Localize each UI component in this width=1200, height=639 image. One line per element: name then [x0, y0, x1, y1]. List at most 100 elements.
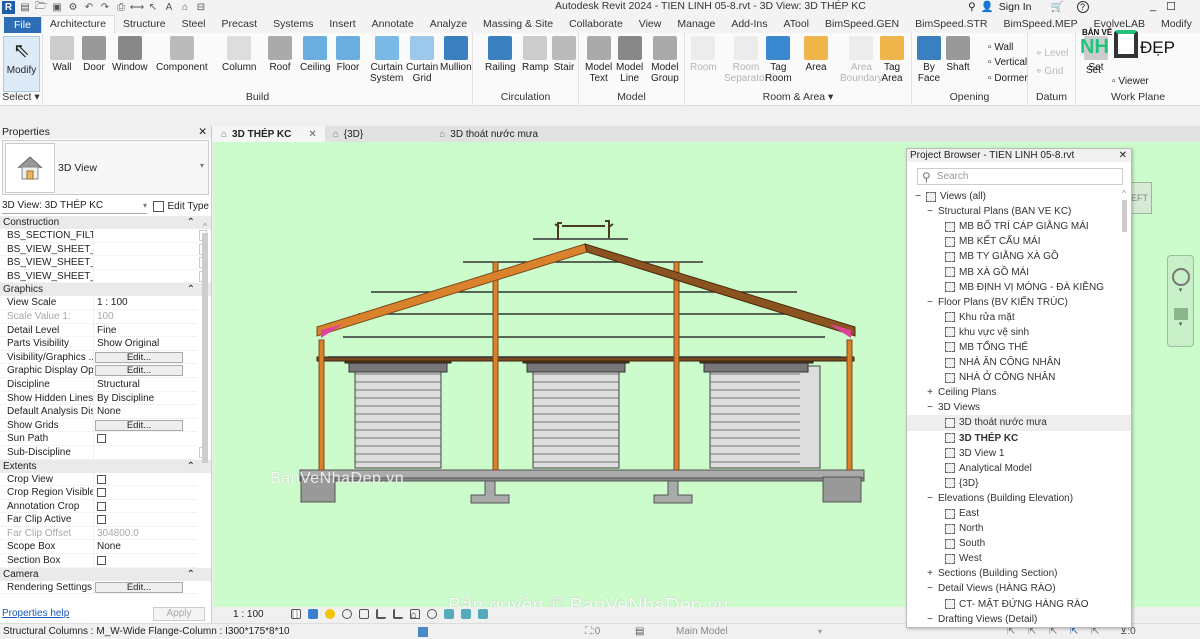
checkbox[interactable]: [97, 488, 106, 498]
tree-item-floor-plans-bv-ki-n-tr-c[interactable]: − Floor Plans (BV KIẾN TRÚC): [907, 295, 1131, 310]
vertical-small-button[interactable]: ▫ Vertical: [988, 57, 1027, 68]
chevron-down-icon[interactable]: ▾: [818, 624, 822, 639]
ribbon-tab-manage[interactable]: Manage: [669, 16, 723, 33]
tree-item-detail-views-h-ng-r-o[interactable]: − Detail Views (HÀNG RÀO): [907, 581, 1131, 596]
collapse-icon[interactable]: −: [913, 189, 923, 204]
checkbox[interactable]: [97, 515, 106, 525]
editable-only-icon[interactable]: ▤: [635, 624, 644, 639]
viewer-small-button[interactable]: ▫ Viewer: [1112, 76, 1149, 87]
close-hidden-icon[interactable]: ⊟: [195, 2, 207, 14]
checkbox[interactable]: [97, 501, 106, 511]
maximize-button[interactable]: ☐: [1166, 0, 1176, 13]
collapse-icon[interactable]: ⌃: [187, 216, 195, 229]
ribbon-tab-structure[interactable]: Structure: [115, 16, 174, 33]
undo-icon[interactable]: ↶: [83, 2, 95, 14]
modify-button[interactable]: ⇖ Modify: [3, 36, 40, 92]
model-group-button[interactable]: Model Group: [651, 36, 679, 84]
binoculars-icon[interactable]: ⚲: [968, 1, 976, 13]
property-value[interactable]: None: [94, 405, 197, 418]
print-icon[interactable]: ⎙: [115, 2, 127, 14]
collapse-icon[interactable]: −: [925, 204, 935, 219]
chevron-down-icon[interactable]: ▾: [1168, 286, 1193, 294]
apply-button[interactable]: Apply: [153, 606, 205, 621]
view-scale-button[interactable]: 1 : 100: [233, 609, 264, 620]
area-button[interactable]: Area: [804, 36, 828, 73]
tree-item-south[interactable]: South: [907, 536, 1131, 551]
level-small-button[interactable]: ⌖ Level: [1036, 48, 1068, 59]
ribbon-tab-collaborate[interactable]: Collaborate: [561, 16, 631, 33]
collapse-icon[interactable]: ⌃: [187, 283, 195, 296]
room-button[interactable]: Room: [690, 36, 717, 73]
ribbon-tab-annotate[interactable]: Annotate: [364, 16, 422, 33]
shaft-button[interactable]: Shaft: [946, 36, 970, 73]
ribbon-tab-bimspeed-gen[interactable]: BimSpeed.GEN: [817, 16, 907, 33]
ribbon-tab-view[interactable]: View: [631, 16, 670, 33]
analytical-model-icon[interactable]: [460, 609, 471, 619]
close-icon[interactable]: ✕: [1119, 149, 1127, 162]
grid-small-button[interactable]: ⌖ Grid: [1036, 66, 1063, 77]
tree-item-nh-n-c-ng-nh-n[interactable]: NHÀ ĂN CÔNG NHÂN: [907, 355, 1131, 370]
select-dropdown[interactable]: Select ▾: [0, 91, 42, 103]
type-selector[interactable]: 3D View ▾: [2, 140, 209, 195]
temporary-hide-icon[interactable]: [426, 609, 437, 619]
view-tab-3d-tho-t-n-c-m-a[interactable]: ⌂ 3D thoát nước mưa: [431, 126, 546, 142]
tree-item-3d-views[interactable]: −3D Views: [907, 400, 1131, 415]
collapse-icon[interactable]: −: [925, 581, 935, 596]
save-icon[interactable]: ▣: [51, 2, 63, 14]
property-group-extents[interactable]: Extents ⌃: [0, 459, 211, 473]
checkbox[interactable]: [97, 434, 106, 444]
tree-item-khu-v-c-v-sinh[interactable]: khu vực vệ sinh: [907, 325, 1131, 340]
collapse-icon[interactable]: ⌃: [187, 568, 195, 581]
collapse-icon[interactable]: −: [925, 612, 935, 627]
help-icon[interactable]: ?: [1076, 0, 1089, 13]
view-tab-3d[interactable]: ⌂ {3D}: [325, 126, 372, 142]
property-value[interactable]: None: [94, 540, 197, 553]
tree-item-mb-x-g-m-i[interactable]: MB XÀ GỒ MÁI: [907, 264, 1131, 279]
text-icon[interactable]: A: [163, 2, 175, 14]
by-face-button[interactable]: By Face: [917, 36, 941, 84]
ribbon-tab-massing-site[interactable]: Massing & Site: [475, 16, 561, 33]
room-area-dropdown[interactable]: Room & Area ▾: [685, 91, 911, 103]
detail-level-icon[interactable]: [290, 609, 301, 619]
tree-item-nh-c-ng-nh-n[interactable]: NHÀ Ở CÔNG NHÂN: [907, 370, 1131, 385]
collapse-icon[interactable]: ⌃: [187, 460, 195, 473]
design-options-icon[interactable]: [418, 627, 428, 637]
expand-icon[interactable]: +: [925, 566, 935, 581]
visual-style-icon[interactable]: [307, 609, 318, 619]
tree-item-mb-k-t-c-u-m-i[interactable]: MB KẾT CẤU MÁI: [907, 234, 1131, 249]
render-icon[interactable]: [358, 609, 369, 619]
collapse-icon[interactable]: −: [925, 491, 935, 506]
ribbon-tab-atool[interactable]: ATool: [776, 16, 818, 33]
expand-icon[interactable]: +: [925, 385, 935, 400]
tree-item-sections-building-section[interactable]: + Sections (Building Section): [907, 566, 1131, 581]
property-group-camera[interactable]: Camera ⌃: [0, 567, 211, 581]
close-icon[interactable]: ✕: [198, 126, 207, 139]
tag-area-button[interactable]: Tag Area: [880, 36, 904, 84]
collapse-icon[interactable]: −: [925, 400, 935, 415]
edit-button[interactable]: Edit...: [95, 581, 183, 593]
measure-icon[interactable]: ⟷: [130, 2, 144, 14]
property-value[interactable]: Edit...: [94, 351, 197, 364]
reveal-hidden-icon[interactable]: [443, 609, 454, 619]
open-icon[interactable]: 🗁: [35, 1, 47, 14]
ceiling-button[interactable]: Ceiling: [300, 36, 331, 73]
edit-button[interactable]: Edit...: [95, 351, 183, 363]
default-3d-icon[interactable]: ⌂: [179, 2, 191, 14]
sign-in-link[interactable]: Sign In: [999, 1, 1032, 13]
model-text-button[interactable]: Model Text: [585, 36, 612, 84]
property-value[interactable]: Edit...: [94, 419, 197, 432]
property-value[interactable]: [94, 500, 197, 513]
column-button[interactable]: Column: [222, 36, 256, 73]
checkbox[interactable]: [97, 474, 106, 484]
property-value[interactable]: [94, 229, 207, 242]
view-tab-3d-th-p-kc[interactable]: ⌂ 3D THÉP KC ✕: [213, 126, 325, 142]
tree-item-west[interactable]: West: [907, 551, 1131, 566]
property-value[interactable]: [94, 243, 207, 256]
door-button[interactable]: Door: [82, 36, 106, 73]
design-model-selector[interactable]: Main Model: [676, 624, 728, 639]
tree-item-mb-t-ng-th[interactable]: MB TỔNG THỂ: [907, 340, 1131, 355]
mullion-button[interactable]: Mullion: [440, 36, 472, 73]
tree-item-3d-th-p-kc[interactable]: 3D THÉP KC: [907, 431, 1131, 446]
property-value[interactable]: Edit...: [94, 581, 197, 594]
ribbon-tab-precast[interactable]: Precast: [214, 16, 266, 33]
